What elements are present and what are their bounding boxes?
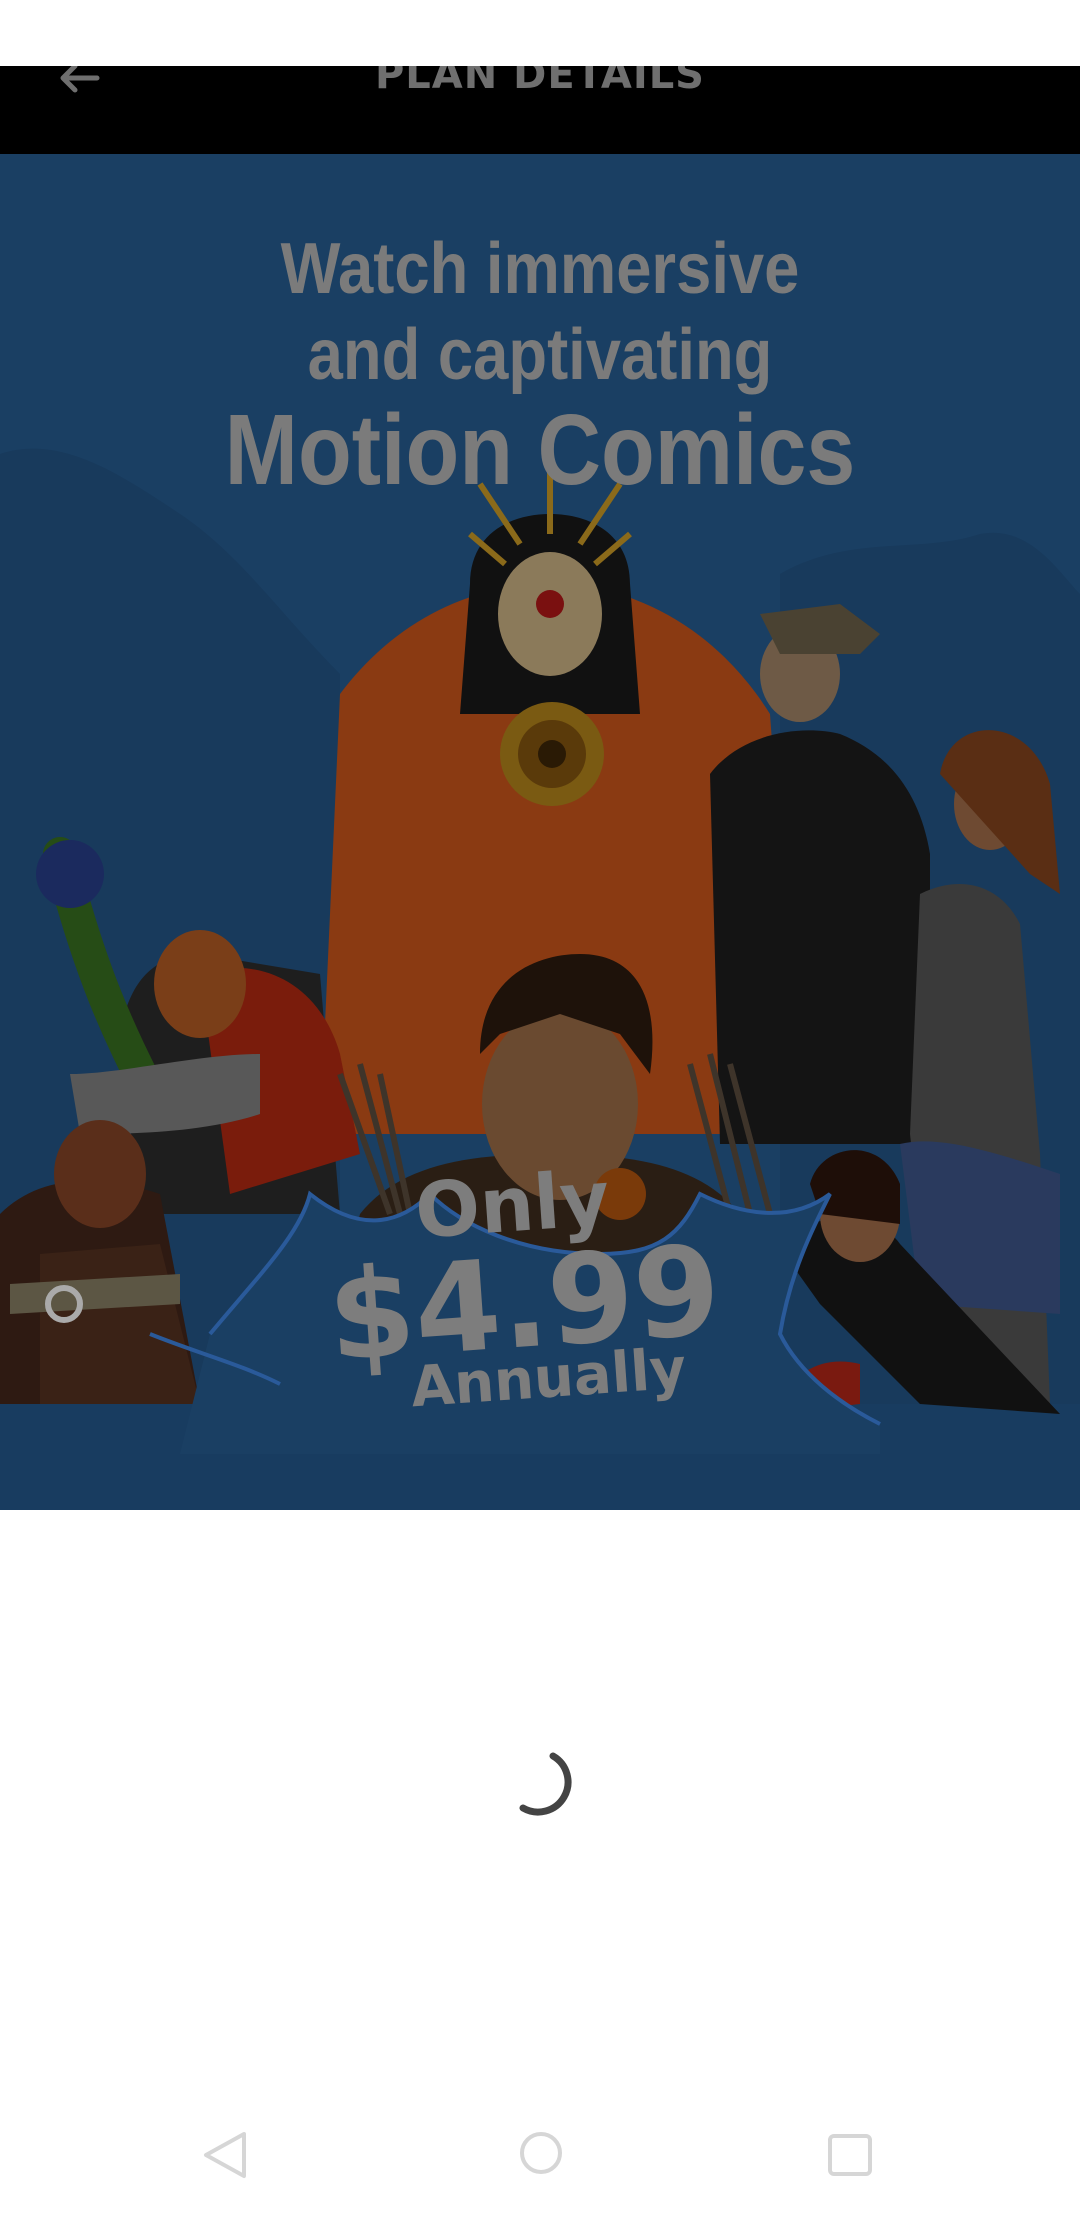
status-bar bbox=[0, 0, 1080, 66]
loading-area bbox=[0, 1510, 1080, 2070]
nav-back-icon[interactable] bbox=[200, 2130, 250, 2180]
headline-line-3: Motion Comics bbox=[224, 394, 856, 506]
headline: Watch immersive and captivating Motion C… bbox=[65, 226, 1015, 500]
page-title: PLAN DETAILS bbox=[374, 66, 705, 98]
nav-recents-icon[interactable] bbox=[826, 2132, 874, 2178]
nav-home-icon[interactable] bbox=[518, 2130, 564, 2176]
system-navigation-bar bbox=[0, 2090, 1080, 2220]
price-badge: Only $4.99 Annually bbox=[310, 1150, 750, 1479]
app-bar: PLAN DETAILS bbox=[0, 66, 1080, 154]
loading-spinner-icon bbox=[519, 1752, 572, 1816]
headline-line-1: Watch immersive bbox=[280, 229, 800, 309]
promo-banner: Watch immersive and captivating Motion C… bbox=[0, 154, 1080, 1510]
headline-line-2: and captivating bbox=[307, 315, 773, 395]
